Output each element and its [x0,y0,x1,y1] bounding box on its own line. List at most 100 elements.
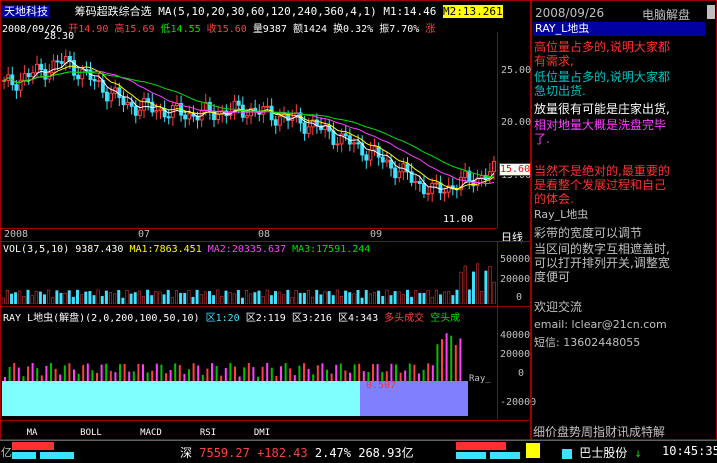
x-axis-line [1,228,497,229]
tab-rsi[interactable]: RSI [186,426,230,440]
candle-body [55,60,60,63]
side-date: 2008/09/26 [535,6,605,20]
indicator-bar [220,375,223,381]
volume-bar [212,295,216,304]
volume-bar [286,289,290,304]
volume-bar [298,292,302,304]
volume-bar [348,292,352,304]
price-tick-25: 25.00 [501,65,532,76]
volume-bar [472,271,475,304]
indicator-title[interactable]: 筹码超跌综合选 [75,5,152,18]
volume-bar [38,291,42,304]
candle-body [442,191,447,194]
volume-bar [381,296,385,304]
volume-bar [447,291,451,304]
candle-body [492,161,496,173]
m2-value: M2:13.261 [443,5,503,18]
price-chart[interactable] [2,32,498,226]
indicator-divider [1,306,531,307]
volume-bar [385,289,389,304]
volume-bar [199,294,203,304]
volume-bar [179,292,183,304]
indicator-bar [257,376,259,381]
volume-bar [109,292,112,304]
indicator-bar [77,373,80,381]
volume-bar [183,292,187,304]
volume-chart[interactable] [2,256,497,304]
indicator-bar [316,365,319,381]
candle-body [14,84,19,91]
status-index[interactable]: 深 7559.27 +182.43 2.47% 268.93亿 [180,444,414,461]
tab-ma[interactable]: MA [10,426,54,440]
tab-boll[interactable]: BOLL [66,426,116,440]
market-label: 深 [180,446,193,460]
candle-body [393,167,398,179]
volume-bar [406,289,409,304]
index-pct: 2.47% [314,446,351,460]
indicator-bar [45,365,48,381]
volume-bar [5,290,9,304]
ind-tick-40000: 40000 [500,330,531,341]
side-scroll-thumb[interactable] [707,5,715,19]
volume-bar [368,293,372,304]
indicator-bar [40,375,43,381]
volume-bar [67,290,71,304]
indicator-bar [8,366,11,381]
volume-bar [150,295,154,304]
volume-bar [253,292,257,304]
side-line-17: 短信: 13602448055 [534,336,641,349]
volume-bar [331,295,335,304]
candle-body [76,74,81,80]
indicator-bar [59,374,62,381]
high-marker: 28.30 [44,31,75,42]
m1-value: M1:14.46 [383,5,437,18]
candle-body [133,105,138,116]
candle-body [125,101,130,106]
indicator-bar [335,364,338,381]
chart-header: 天地科技 筹码超跌综合选 MA(5,10,20,30,60,120,240,36… [2,3,530,18]
indicator-bar [270,367,273,381]
candle-body [22,73,27,81]
volume-bar [480,291,484,304]
indicator-bar [247,363,250,381]
indicator-bar [174,363,177,381]
candle-body [245,115,249,118]
candle-body [166,116,171,119]
volume-bar [269,295,273,304]
volume-bar [265,289,269,304]
indicator-bar [358,363,361,381]
indicator-bar [100,364,103,381]
tab-dmi[interactable]: DMI [240,426,284,440]
side-bottom-tabs[interactable]: 细价盘势周指财讯成特解 [533,423,665,440]
indicator-bar [459,338,462,381]
index-change: +182.43 [257,446,308,460]
indicator-bar [362,371,365,381]
indicator-bar [261,366,264,381]
ticker[interactable]: 巴士股份 ↓ [562,444,642,461]
stock-name[interactable]: 天地科技 [2,5,50,18]
side-line-3: 急切出货. [534,84,586,98]
candle-body [154,110,159,113]
candle-body [183,114,188,120]
side-line-4: 放量很有可能是庄家出货, [534,102,670,116]
candle-body [372,146,377,151]
volume-bar [203,291,207,304]
indicator-bar [372,364,374,381]
indicator-bar [68,363,71,381]
tab-macd[interactable]: MACD [124,426,178,440]
indicator-chart[interactable] [2,322,497,418]
volume-bar [261,296,265,304]
indicator-bar [206,368,209,381]
indicator-bar [445,333,448,381]
ma-params: MA(5,10,20,30,60,120,240,360,4,1) [158,5,377,18]
index-amount: 268.93亿 [358,446,414,460]
indicator-bar [418,373,420,381]
alert-icon[interactable] [526,443,540,458]
indicator-bar [132,371,135,381]
candle-body [109,92,114,102]
side-line-9: 的体会. [534,192,574,206]
period-label[interactable]: 日线 [501,229,523,245]
candle-body [269,105,274,121]
vol-tick-20000: 20000 [500,274,531,285]
volume-bar [63,292,67,304]
